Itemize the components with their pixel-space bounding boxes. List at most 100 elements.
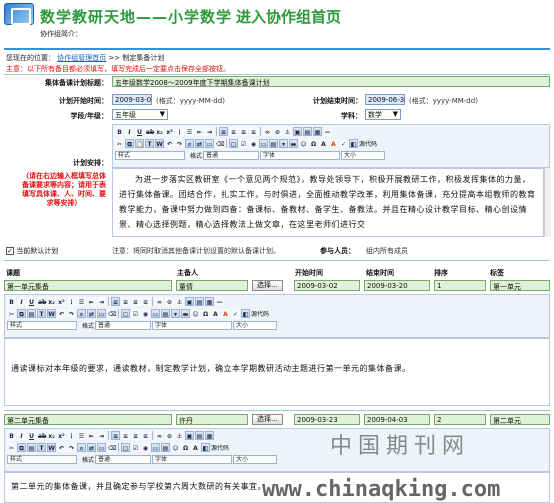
unlink-icon[interactable]: ⊘ bbox=[165, 296, 174, 306]
italic-icon[interactable]: I bbox=[17, 430, 26, 440]
remove-format-icon[interactable]: ⌫ bbox=[107, 308, 116, 318]
paste-word-icon[interactable]: W bbox=[47, 442, 56, 452]
smiley-icon[interactable]: ☺ bbox=[171, 442, 180, 452]
button-field-icon[interactable]: ▬ bbox=[181, 308, 190, 318]
anchor-icon[interactable]: ⚓ bbox=[175, 296, 184, 306]
style-combo[interactable]: 样式 bbox=[115, 150, 185, 160]
anchor-icon[interactable]: ⚓ bbox=[283, 126, 292, 136]
radio-icon[interactable]: ◉ bbox=[141, 308, 150, 318]
redo-icon[interactable]: ↷ bbox=[175, 138, 184, 148]
flash-icon[interactable]: ▤ bbox=[303, 126, 312, 136]
row1-content-editor[interactable]: 通读课标对本年级的要求，通读教材，制定教学计划，确立本学期教研活动主题进行第一单… bbox=[4, 338, 550, 406]
align-center-icon[interactable]: ≡ bbox=[121, 296, 130, 306]
replace-icon[interactable]: ⇄ bbox=[87, 308, 96, 318]
font-combo[interactable]: 字体 bbox=[260, 150, 341, 160]
end-date-input[interactable]: 2009-06-30 bbox=[365, 94, 405, 105]
bullet-list-icon[interactable]: ☰ bbox=[77, 430, 86, 440]
row1-start-input[interactable]: 2009-03-02 bbox=[294, 280, 360, 291]
grade-select[interactable]: 五年级 ▼ bbox=[112, 109, 168, 120]
style-combo[interactable]: 样式 bbox=[7, 454, 77, 464]
radio-icon[interactable]: ◉ bbox=[249, 138, 258, 148]
undo-icon[interactable]: ↶ bbox=[57, 442, 66, 452]
subscript-icon[interactable]: x₂ bbox=[47, 430, 56, 440]
align-left-icon[interactable]: ≡ bbox=[111, 296, 120, 306]
source-label[interactable]: 源代码 bbox=[359, 139, 377, 148]
row2-select-button[interactable]: 选择… bbox=[252, 414, 283, 425]
hr-icon[interactable]: — bbox=[323, 126, 332, 136]
cut-icon[interactable]: ✂ bbox=[7, 442, 16, 452]
table-icon[interactable]: ▦ bbox=[313, 126, 322, 136]
superscript-icon[interactable]: x² bbox=[165, 126, 174, 136]
unlink-icon[interactable]: ⊘ bbox=[165, 430, 174, 440]
flash-icon[interactable]: ▤ bbox=[195, 296, 204, 306]
text-color-icon[interactable]: A bbox=[319, 138, 328, 148]
text-color-icon[interactable]: A bbox=[211, 308, 220, 318]
source-label[interactable]: 源代码 bbox=[211, 443, 229, 452]
copy-icon[interactable]: ⧉ bbox=[17, 442, 26, 452]
editor-scrollbar[interactable] bbox=[544, 168, 551, 237]
strikethrough-icon[interactable]: ab bbox=[145, 126, 154, 136]
underline-icon[interactable]: U bbox=[135, 126, 144, 136]
superscript-icon[interactable]: x² bbox=[57, 430, 66, 440]
row2-end-input[interactable]: 2009-04-03 bbox=[364, 414, 430, 425]
bold-icon[interactable]: B bbox=[115, 126, 124, 136]
outdent-icon[interactable]: ⇤ bbox=[87, 296, 96, 306]
paste-icon[interactable]: ▤ bbox=[27, 442, 36, 452]
table-icon[interactable]: ▦ bbox=[205, 430, 214, 440]
replace-icon[interactable]: ⇄ bbox=[87, 442, 96, 452]
row1-end-input[interactable]: 2009-03-20 bbox=[364, 280, 430, 291]
hr-icon[interactable]: — bbox=[215, 296, 224, 306]
bold-icon[interactable]: B bbox=[7, 430, 16, 440]
style-combo[interactable]: 样式 bbox=[7, 320, 77, 330]
arrange-editor[interactable]: 为进一步落实区教研室《一个意见两个规范》，教导处领导下，积极开展教研工作，积极发… bbox=[112, 168, 544, 237]
outdent-icon[interactable]: ⇤ bbox=[87, 430, 96, 440]
source-label[interactable]: 源代码 bbox=[251, 309, 269, 318]
remove-format-icon[interactable]: ⌫ bbox=[107, 442, 116, 452]
row2-topic-input[interactable]: 第二单元集备 bbox=[4, 414, 172, 425]
select-all-icon[interactable]: ▭ bbox=[97, 442, 106, 452]
find-icon[interactable]: ⌕ bbox=[77, 442, 86, 452]
subscript-icon[interactable]: x₂ bbox=[47, 296, 56, 306]
paste-text-icon[interactable]: T bbox=[37, 308, 46, 318]
textarea-icon[interactable]: ▤ bbox=[269, 138, 278, 148]
align-justify-icon[interactable]: ≡ bbox=[249, 126, 258, 136]
row2-owner-input[interactable]: 许丹 bbox=[176, 414, 248, 425]
radio-icon[interactable]: ◉ bbox=[141, 442, 150, 452]
button-field-icon[interactable]: ▬ bbox=[289, 138, 298, 148]
select-all-icon[interactable]: ▭ bbox=[205, 138, 214, 148]
align-justify-icon[interactable]: ≡ bbox=[141, 296, 150, 306]
copy-icon[interactable]: ⧉ bbox=[17, 308, 26, 318]
align-center-icon[interactable]: ≡ bbox=[121, 430, 130, 440]
link-icon[interactable]: ∞ bbox=[155, 296, 164, 306]
align-right-icon[interactable]: ≡ bbox=[131, 296, 140, 306]
italic-icon[interactable]: I bbox=[17, 296, 26, 306]
align-center-icon[interactable]: ≡ bbox=[229, 126, 238, 136]
omega-icon[interactable]: Ω bbox=[181, 442, 190, 452]
bullet-list-icon[interactable]: ☰ bbox=[185, 126, 194, 136]
superscript-icon[interactable]: x² bbox=[57, 296, 66, 306]
link-icon[interactable]: ∞ bbox=[263, 126, 272, 136]
flash-icon[interactable]: ▤ bbox=[195, 430, 204, 440]
checkbox-icon[interactable]: ☑ bbox=[239, 138, 248, 148]
textfield-icon[interactable]: ▭ bbox=[259, 138, 268, 148]
row1-tag-input[interactable]: 第一单元 bbox=[490, 280, 550, 291]
font-combo[interactable]: 字体 bbox=[152, 320, 233, 330]
paste-text-icon[interactable]: T bbox=[145, 138, 154, 148]
source-icon[interactable]: ◧ bbox=[241, 308, 250, 318]
enter-group-home-link[interactable]: 进入协作组首页 bbox=[236, 6, 341, 27]
source-icon[interactable]: ◧ bbox=[201, 442, 210, 452]
text-color-icon[interactable]: A bbox=[191, 442, 200, 452]
row1-order-input[interactable]: 1 bbox=[434, 280, 486, 291]
redo-icon[interactable]: ↷ bbox=[67, 308, 76, 318]
form-icon[interactable]: ▢ bbox=[121, 442, 130, 452]
format-combo[interactable]: 普通 bbox=[203, 150, 260, 160]
indent-icon[interactable]: ⇥ bbox=[205, 126, 214, 136]
row1-topic-input[interactable]: 第一单元集备 bbox=[4, 280, 172, 291]
paste-icon[interactable]: 📋 bbox=[135, 138, 144, 148]
align-left-icon[interactable]: ≡ bbox=[219, 126, 228, 136]
image-icon[interactable]: ▣ bbox=[185, 296, 194, 306]
remove-format-icon[interactable]: ⌫ bbox=[215, 138, 224, 148]
anchor-icon[interactable]: ⚓ bbox=[175, 430, 184, 440]
ordered-list-icon[interactable]: ⋮ bbox=[175, 126, 184, 136]
indent-icon[interactable]: ⇥ bbox=[97, 296, 106, 306]
